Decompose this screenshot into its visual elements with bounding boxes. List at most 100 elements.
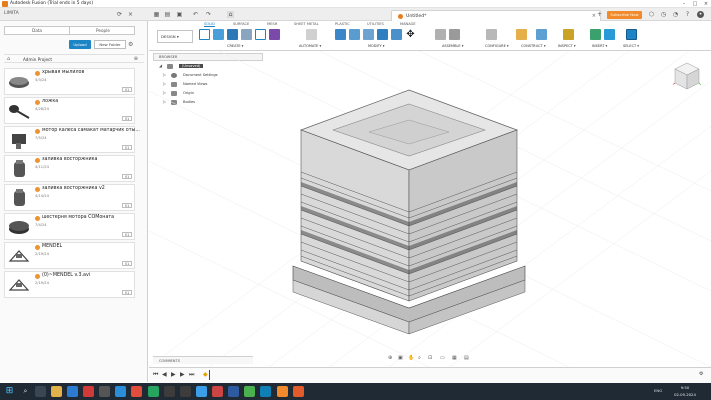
grid-settings-icon[interactable]: ▦ xyxy=(452,355,457,361)
step-forward-icon[interactable]: ▶ xyxy=(180,371,185,378)
language-indicator[interactable]: ENG xyxy=(654,388,662,393)
group-create[interactable]: CREATE ▾ xyxy=(227,44,243,48)
undo-icon[interactable]: ↶ xyxy=(192,11,199,18)
tab-people[interactable]: People xyxy=(71,27,135,35)
app-icon[interactable] xyxy=(244,386,255,397)
tab-solid[interactable]: SOLID xyxy=(204,22,215,27)
version-badge[interactable]: V1 xyxy=(122,232,132,237)
list-item[interactable]: хрывая мылилов 5/3/24 V1 xyxy=(4,68,135,95)
version-badge[interactable]: V1 xyxy=(122,116,132,121)
shell-icon[interactable] xyxy=(377,29,388,40)
minimize-button[interactable]: – xyxy=(679,0,689,8)
create-sketch-icon[interactable] xyxy=(213,29,224,40)
version-badge[interactable]: V1 xyxy=(122,174,132,179)
app-icon[interactable] xyxy=(83,386,94,397)
app-icon[interactable] xyxy=(260,386,271,397)
home-icon[interactable]: ⌂ xyxy=(227,11,234,18)
zoom-icon[interactable]: ⌕ xyxy=(418,355,421,361)
axis-icon[interactable] xyxy=(536,29,547,40)
app-icon[interactable] xyxy=(164,386,175,397)
app-icon[interactable] xyxy=(212,386,223,397)
search-icon[interactable]: ⌕ xyxy=(20,386,31,397)
telegram-icon[interactable] xyxy=(196,386,207,397)
canvas-viewport[interactable]: BROWSER ◢ (Unsaved) ▷ Document Settings … xyxy=(149,51,711,367)
pan-icon[interactable]: ✋ xyxy=(408,355,414,361)
team-name[interactable]: LIMITA xyxy=(4,11,19,16)
group-select[interactable]: SELECT ▾ xyxy=(623,44,639,48)
chamfer-icon[interactable] xyxy=(363,29,374,40)
press-pull-icon[interactable] xyxy=(335,29,346,40)
new-component-icon[interactable] xyxy=(199,29,210,40)
fillet-icon[interactable] xyxy=(349,29,360,40)
group-modify[interactable]: MODIFY ▾ xyxy=(368,44,385,48)
app-icon[interactable] xyxy=(180,386,191,397)
tab-plastic[interactable]: PLASTIC xyxy=(335,22,350,26)
fit-icon[interactable]: ⊡ xyxy=(428,355,432,361)
tab-mesh[interactable]: MESH xyxy=(267,22,277,26)
insert-canvas-icon[interactable] xyxy=(604,29,615,40)
windows-start-icon[interactable]: ⊞ xyxy=(4,386,15,397)
word-icon[interactable] xyxy=(228,386,239,397)
timeline-feature-icon[interactable]: ◆ xyxy=(203,371,208,378)
display-settings-icon[interactable]: ▭ xyxy=(440,355,445,361)
grid-menu-icon[interactable]: ▦ xyxy=(153,11,160,18)
timeline-marker[interactable] xyxy=(209,370,210,380)
close-panel-icon[interactable]: × xyxy=(127,11,134,18)
document-tab[interactable]: Untitled* × xyxy=(391,10,601,21)
redo-icon[interactable]: ↷ xyxy=(205,11,212,18)
tab-sheet-metal[interactable]: SHEET METAL xyxy=(294,22,319,26)
new-tab-icon[interactable]: + xyxy=(596,11,603,18)
list-item[interactable]: заливка восторжника 4/11/24 V1 xyxy=(4,155,135,182)
save-icon[interactable]: ▣ xyxy=(176,11,183,18)
group-configure[interactable]: CONFIGURE ▾ xyxy=(485,44,509,48)
combine-icon[interactable] xyxy=(391,29,402,40)
group-automate[interactable]: AUTOMATE ▾ xyxy=(299,44,321,48)
group-construct[interactable]: CONSTRUCT ▾ xyxy=(521,44,546,48)
list-item[interactable]: мотор калеса самакат матарчик оты... 7/5… xyxy=(4,126,140,153)
list-item[interactable]: заливка восторжника v2 4/14/24 V1 xyxy=(4,184,135,211)
store-icon[interactable] xyxy=(99,386,110,397)
help-icon[interactable]: ? xyxy=(684,11,691,18)
3d-model-body[interactable] xyxy=(289,86,529,356)
version-badge[interactable]: V1 xyxy=(122,290,132,295)
play-icon[interactable]: ▶ xyxy=(171,371,176,378)
close-button[interactable]: × xyxy=(701,0,711,8)
parameters-icon[interactable] xyxy=(486,29,497,40)
extrude-icon[interactable] xyxy=(227,29,238,40)
tab-utilities[interactable]: UTILITIES xyxy=(367,22,384,26)
go-to-start-icon[interactable]: ⏮ xyxy=(153,371,158,379)
go-to-end-icon[interactable]: ⏭ xyxy=(189,371,194,379)
comments-panel[interactable]: COMMENTS xyxy=(153,356,253,364)
joint-icon[interactable] xyxy=(435,29,446,40)
file-explorer-icon[interactable] xyxy=(51,386,62,397)
subscribe-button[interactable]: Subscribe Now xyxy=(607,11,642,19)
opera-icon[interactable] xyxy=(131,386,142,397)
timeline-settings-icon[interactable]: ⚙ xyxy=(699,371,703,377)
new-folder-button[interactable]: New Folder xyxy=(94,40,126,49)
workspace-selector[interactable]: DESIGN ▾ xyxy=(157,30,193,43)
app-icon[interactable] xyxy=(293,386,304,397)
extensions-icon[interactable]: ⬡ xyxy=(648,11,655,18)
move-icon[interactable]: ✥ xyxy=(405,29,416,40)
mail-icon[interactable] xyxy=(115,386,126,397)
version-badge[interactable]: V1 xyxy=(122,261,132,266)
user-avatar[interactable]: • xyxy=(697,11,704,18)
maximize-button[interactable]: □ xyxy=(690,0,700,8)
home-icon[interactable]: ⌂ xyxy=(7,56,10,62)
whatsapp-icon[interactable] xyxy=(148,386,159,397)
upload-button[interactable]: Upload xyxy=(69,40,91,49)
tab-manage[interactable]: MANAGE xyxy=(400,22,416,26)
automate-icon[interactable] xyxy=(306,29,317,40)
form-icon[interactable] xyxy=(269,29,280,40)
group-insert[interactable]: INSERT ▾ xyxy=(592,44,607,48)
viewports-icon[interactable]: ▤ xyxy=(464,355,469,361)
hole-icon[interactable] xyxy=(255,29,266,40)
offset-plane-icon[interactable] xyxy=(516,29,527,40)
version-badge[interactable]: V1 xyxy=(122,203,132,208)
list-item[interactable]: (0)~MENDEL v.3.avi 2/19/24 V1 xyxy=(4,271,135,298)
revolve-icon[interactable] xyxy=(241,29,252,40)
tab-data[interactable]: Data xyxy=(5,27,70,35)
job-status-icon[interactable]: ◷ xyxy=(660,11,667,18)
orbit-icon[interactable]: ⊕ xyxy=(388,355,392,361)
clock-date[interactable]: 02.05.2024 xyxy=(674,392,696,397)
